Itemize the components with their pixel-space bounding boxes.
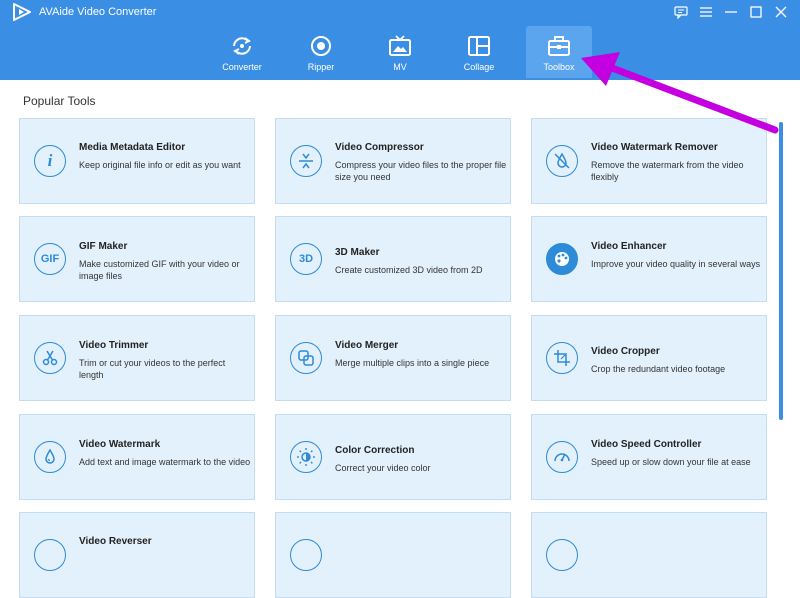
tab-ripper-label: Ripper: [307, 62, 335, 72]
tool-card-video-cropper[interactable]: Video Cropper Crop the redundant video f…: [531, 315, 767, 401]
tool-card-video-enhancer[interactable]: Video Enhancer Improve your video qualit…: [531, 216, 767, 302]
converter-icon: [233, 37, 251, 55]
tool-title: Media Metadata Editor: [79, 142, 186, 153]
close-icon[interactable]: [772, 3, 790, 21]
gif-icon: GIF: [34, 243, 66, 275]
tool-desc: Make customized GIF with your video or i…: [79, 259, 240, 281]
tool-card-row5-middle[interactable]: [275, 512, 511, 598]
info-icon: i: [34, 145, 66, 177]
tool-title: Video Cropper: [591, 346, 660, 357]
feedback-icon[interactable]: [672, 3, 690, 21]
toolbox-icon: [548, 36, 570, 56]
tab-collage-label: Collage: [463, 62, 495, 72]
tool-desc: Improve your video quality in several wa…: [591, 259, 761, 269]
tab-converter-label: Converter: [222, 62, 262, 72]
tool-title: Video Reverser: [79, 536, 152, 547]
tab-collage[interactable]: Collage: [446, 26, 512, 78]
compress-icon: [290, 145, 322, 177]
tool-card-video-trimmer[interactable]: Video Trimmer Trim or cut your videos to…: [19, 315, 255, 401]
tool-desc: Add text and image watermark to the vide…: [79, 457, 251, 467]
merge-icon: [290, 342, 322, 374]
app-title: AVAide Video Converter: [39, 6, 157, 18]
mv-icon: [389, 35, 411, 56]
section-title: Popular Tools: [23, 94, 96, 108]
watermark-icon: [34, 441, 66, 473]
tool-title: Video Compressor: [335, 142, 424, 153]
tool-card-video-speed-controller[interactable]: Video Speed Controller Speed up or slow …: [531, 414, 767, 500]
tool-title: Video Enhancer: [591, 241, 667, 252]
tool-card-video-watermark-remover[interactable]: Video Watermark Remover Remove the water…: [531, 118, 767, 204]
menu-icon[interactable]: [697, 3, 715, 21]
tool-card-3d-maker[interactable]: 3D 3D Maker Create customized 3D video f…: [275, 216, 511, 302]
speedometer-icon: [546, 441, 578, 473]
tab-ripper[interactable]: Ripper: [288, 26, 354, 78]
tool-desc: Compress your video files to the proper …: [335, 160, 507, 182]
tool-card-video-watermark[interactable]: Video Watermark Add text and image water…: [19, 414, 255, 500]
tool-title: GIF Maker: [79, 241, 128, 252]
tab-mv-label: MV: [393, 62, 407, 72]
tool-title: Video Watermark: [79, 439, 161, 450]
watermark-remove-icon: [546, 145, 578, 177]
tab-converter[interactable]: Converter: [209, 26, 275, 78]
reverse-icon: [34, 539, 66, 571]
tab-toolbox-label: Toolbox: [543, 62, 575, 72]
scissors-icon: [34, 342, 66, 374]
gif-glyph: GIF: [40, 253, 60, 265]
tool-title: Color Correction: [335, 445, 415, 456]
rotate-icon: [290, 539, 322, 571]
tool-card-video-merger[interactable]: Video Merger Merge multiple clips into a…: [275, 315, 511, 401]
tool-desc: Create customized 3D video from 2D: [335, 265, 483, 275]
color-correction-icon: [290, 441, 322, 473]
tool-desc: Merge multiple clips into a single piece: [335, 358, 490, 368]
tool-card-video-reverser[interactable]: Video Reverser: [19, 512, 255, 598]
3d-glyph: 3D: [298, 253, 314, 265]
3d-icon: 3D: [290, 243, 322, 275]
tool-title: Video Watermark Remover: [591, 142, 718, 153]
tool-title: Video Speed Controller: [591, 439, 702, 450]
tool-desc: Keep original file info or edit as you w…: [79, 160, 241, 170]
tool-card-color-correction[interactable]: Color Correction Correct your video colo…: [275, 414, 511, 500]
tool-title: 3D Maker: [335, 247, 380, 258]
tool-title: Video Merger: [335, 340, 399, 351]
minimize-icon[interactable]: [722, 3, 740, 21]
tool-desc: Correct your video color: [335, 463, 431, 473]
tool-desc: Trim or cut your videos to the perfect l…: [79, 358, 226, 380]
tool-title: Video Trimmer: [79, 340, 149, 351]
ripper-icon: [311, 36, 331, 56]
app-logo-icon: [13, 3, 31, 21]
tab-mv[interactable]: MV: [367, 26, 433, 78]
tool-card-video-compressor[interactable]: Video Compressor Compress your video fil…: [275, 118, 511, 204]
tool-card-row5-right[interactable]: [531, 512, 767, 598]
crop-icon: [546, 342, 578, 374]
tool-desc: Remove the watermark from the video flex…: [591, 160, 744, 182]
volume-icon: [546, 539, 578, 571]
scrollbar-thumb[interactable]: [779, 122, 783, 420]
tool-desc: Crop the redundant video footage: [591, 364, 726, 374]
tool-card-gif-maker[interactable]: GIF GIF Maker Make customized GIF with y…: [19, 216, 255, 302]
tool-card-media-metadata-editor[interactable]: i Media Metadata Editor Keep original fi…: [19, 118, 255, 204]
palette-icon: [546, 243, 578, 275]
title-bar: AVAide Video Converter Converter Ripper: [0, 0, 800, 80]
tab-toolbox[interactable]: Toolbox: [526, 26, 592, 78]
maximize-icon[interactable]: [747, 3, 765, 21]
tool-desc: Speed up or slow down your file at ease: [591, 457, 751, 467]
collage-icon: [468, 36, 490, 56]
